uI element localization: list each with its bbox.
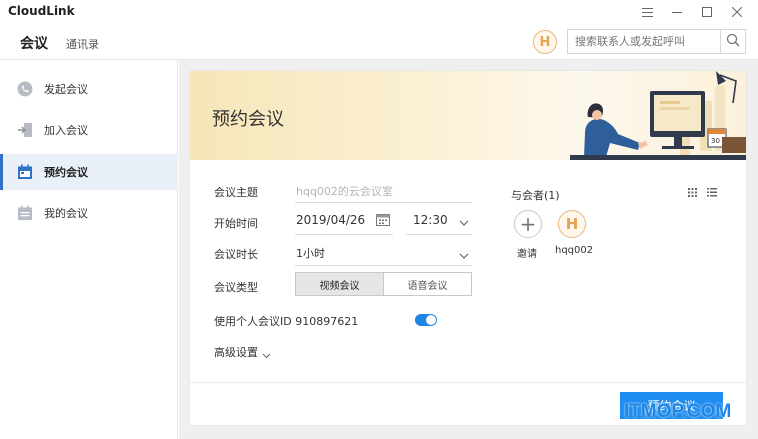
date-underline bbox=[295, 234, 393, 235]
list-view-icon[interactable] bbox=[707, 186, 717, 200]
minimize-icon[interactable] bbox=[662, 2, 692, 22]
banner-illustration: 30 bbox=[570, 71, 746, 160]
watermark: ITMOP.COM bbox=[624, 401, 732, 422]
subject-input[interactable]: hqq002的云会议室 bbox=[296, 183, 393, 199]
plus-icon: + bbox=[519, 212, 537, 236]
personal-id-toggle[interactable] bbox=[415, 314, 437, 326]
sidebar-item-label: 加入会议 bbox=[44, 124, 88, 137]
chevron-down-icon[interactable] bbox=[262, 348, 271, 362]
user-avatar[interactable]: H bbox=[533, 30, 557, 54]
sidebar-item-join-meeting[interactable]: 加入会议 bbox=[0, 112, 178, 148]
search-input[interactable] bbox=[568, 30, 720, 53]
calendar-picker-icon[interactable] bbox=[376, 213, 390, 229]
start-time-label: 开始时间 bbox=[214, 217, 258, 230]
calendar-icon bbox=[17, 164, 33, 180]
sidebar-item-schedule-meeting[interactable]: 预约会议 bbox=[0, 154, 178, 190]
search-icon bbox=[726, 33, 740, 50]
video-meeting-option[interactable]: 视频会议 bbox=[296, 273, 384, 295]
meeting-type-toggle: 视频会议 语音会议 bbox=[295, 272, 472, 296]
chevron-down-icon[interactable] bbox=[459, 216, 469, 230]
search-button[interactable] bbox=[720, 30, 745, 53]
participants-label: 与会者(1) bbox=[511, 189, 560, 202]
search-box bbox=[567, 29, 746, 54]
view-switch bbox=[688, 186, 717, 200]
subject-label: 会议主题 bbox=[214, 186, 258, 199]
sidebar: 发起会议 加入会议 预约会议 我的会议 bbox=[0, 60, 178, 439]
duration-underline bbox=[295, 265, 472, 266]
calendar-list-icon bbox=[17, 205, 33, 221]
grid-view-icon[interactable] bbox=[688, 186, 697, 200]
tab-contacts[interactable]: 通讯录 bbox=[66, 36, 99, 52]
duration-select[interactable]: 1小时 bbox=[296, 245, 325, 261]
chevron-down-icon[interactable] bbox=[459, 249, 469, 263]
duration-label: 会议时长 bbox=[214, 248, 258, 261]
participant-name: hqq002 bbox=[555, 245, 594, 256]
advanced-settings-label[interactable]: 高级设置 bbox=[214, 344, 258, 360]
footer-divider bbox=[190, 382, 746, 383]
top-header: 会议 通讯录 H bbox=[0, 24, 758, 60]
menu-icon[interactable] bbox=[632, 2, 662, 22]
invite-button[interactable]: + bbox=[514, 210, 542, 238]
subject-underline bbox=[295, 202, 472, 203]
invite-label: 邀请 bbox=[517, 249, 537, 260]
sidebar-item-label: 我的会议 bbox=[44, 207, 88, 220]
personal-id-label: 使用个人会议ID 910897621 bbox=[214, 315, 359, 328]
maximize-icon[interactable] bbox=[692, 2, 722, 22]
banner: 预约会议 30 bbox=[190, 71, 746, 160]
time-underline bbox=[406, 234, 472, 235]
svg-text:30: 30 bbox=[711, 137, 720, 145]
audio-meeting-option[interactable]: 语音会议 bbox=[384, 273, 471, 295]
tab-meetings[interactable]: 会议 bbox=[20, 33, 48, 53]
meeting-type-label: 会议类型 bbox=[214, 281, 258, 294]
page-title: 预约会议 bbox=[212, 109, 284, 130]
sidebar-item-label: 预约会议 bbox=[44, 166, 88, 179]
app-title: CloudLink bbox=[8, 4, 75, 18]
sidebar-item-my-meetings[interactable]: 我的会议 bbox=[0, 195, 178, 231]
sidebar-item-label: 发起会议 bbox=[44, 83, 88, 96]
window-controls bbox=[632, 2, 752, 22]
phone-icon bbox=[17, 81, 33, 97]
title-bar: CloudLink bbox=[0, 0, 758, 24]
participant-avatar[interactable]: H bbox=[558, 210, 586, 238]
close-icon[interactable] bbox=[722, 2, 752, 22]
schedule-card: 预约会议 30 会议主题 hqq002的云会议室 开始时间 2019/04/26… bbox=[190, 71, 746, 425]
sidebar-item-start-meeting[interactable]: 发起会议 bbox=[0, 71, 178, 107]
start-date-input[interactable]: 2019/04/26 bbox=[296, 213, 365, 227]
join-door-icon bbox=[17, 122, 33, 138]
start-time-select[interactable]: 12:30 bbox=[413, 213, 448, 227]
